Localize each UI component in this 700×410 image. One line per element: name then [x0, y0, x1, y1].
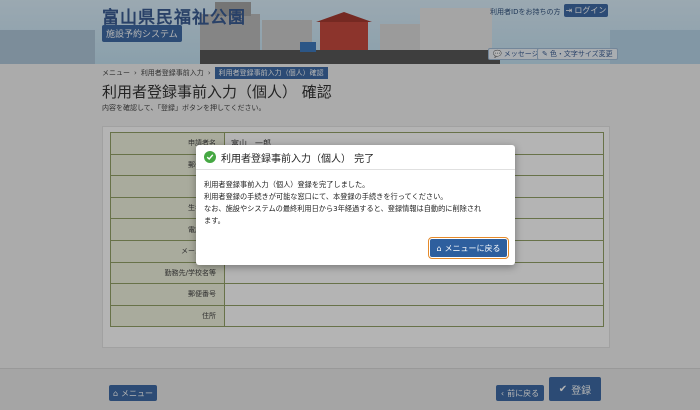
dialog-body: 利用者登録事前入力（個人）登録を完了しました。 利用者登録の手続きが可能な窓口に… [196, 170, 515, 227]
success-check-icon [204, 151, 216, 163]
dialog-message-line: なお、施設やシステムの最終利用日から3年経過すると、登録情報は自動的に削除され [204, 204, 482, 213]
dialog-title: 利用者登録事前入力（個人） 完了 [221, 153, 375, 165]
dialog-message-line: 利用者登録の手続きが可能な窓口にて、本登録の手続きを行ってください。 [204, 192, 448, 201]
return-to-menu-button[interactable]: ⌂ メニューに戻る [428, 237, 509, 259]
dialog-message-line: ます。 [204, 216, 225, 225]
dialog-header: 利用者登録事前入力（個人） 完了 [196, 145, 515, 170]
dialog-message-line: 利用者登録事前入力（個人）登録を完了しました。 [204, 180, 370, 189]
home-icon: ⌂ [436, 243, 442, 253]
return-to-menu-label: メニューに戻る [444, 243, 501, 253]
completion-dialog: 利用者登録事前入力（個人） 完了 利用者登録事前入力（個人）登録を完了しました。… [196, 145, 515, 265]
